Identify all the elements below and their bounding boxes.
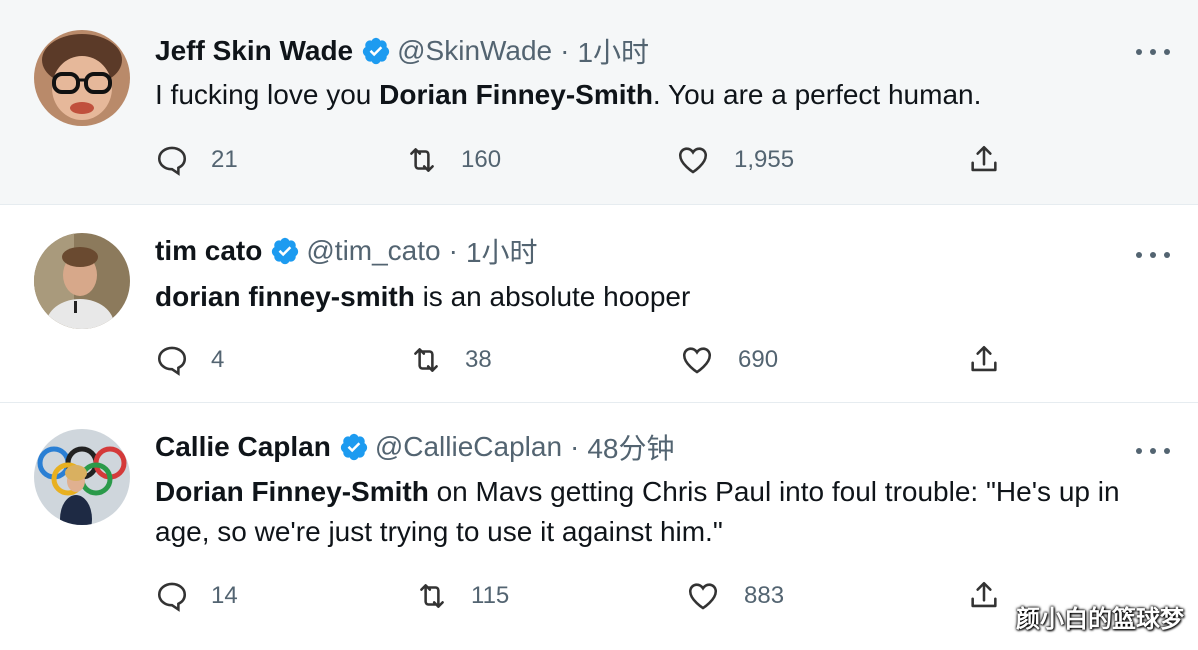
tweet-header: Callie Caplan @CallieCaplan · 48分钟 [155, 427, 675, 467]
tweet-header: Jeff Skin Wade @SkinWade · 1小时 [155, 31, 649, 71]
verified-badge-icon [361, 36, 391, 66]
retweet-icon [420, 584, 444, 608]
heart-icon [678, 147, 708, 174]
share-button[interactable] [967, 576, 1001, 616]
watermark: 颜小白的篮球梦 [1016, 606, 1184, 633]
author-handle[interactable]: @CallieCaplan [375, 431, 562, 463]
author-name[interactable]: Jeff Skin Wade [155, 35, 353, 67]
tweet-card[interactable]: Jeff Skin Wade @SkinWade · 1小时 I fucking… [0, 0, 1198, 205]
like-button[interactable]: 1,955 [676, 140, 794, 180]
tweet-header: tim cato @tim_cato · 1小时 [155, 231, 538, 271]
tweet-text-post: . You are a perfect human. [652, 79, 982, 110]
share-icon [971, 145, 997, 172]
retweet-button[interactable]: 115 [415, 576, 509, 616]
reply-count: 4 [211, 346, 225, 373]
tweet-actions: 21 160 1,955 [0, 140, 1198, 180]
like-count: 1,955 [734, 146, 795, 173]
like-count: 690 [738, 346, 779, 373]
like-button[interactable]: 883 [686, 576, 784, 616]
mention-link[interactable]: Dorian Finney-Smith [379, 79, 653, 110]
tweet-text: Dorian Finney-Smith on Mavs getting Chri… [155, 472, 1165, 552]
reply-count: 14 [211, 582, 238, 609]
reply-button[interactable]: 14 [155, 576, 238, 616]
author-name[interactable]: Callie Caplan [155, 431, 331, 463]
avatar[interactable] [34, 30, 130, 126]
retweet-count: 115 [471, 582, 510, 609]
share-button[interactable] [967, 340, 1001, 380]
tweet-time[interactable]: 1小时 [466, 231, 538, 271]
retweet-button[interactable]: 38 [409, 340, 492, 380]
avatar[interactable] [34, 429, 130, 525]
mention-link[interactable]: dorian finney-smith [155, 281, 415, 312]
tweet-card[interactable]: tim cato @tim_cato · 1小时 dorian finney-s… [0, 205, 1198, 403]
tweet-time[interactable]: 48分钟 [587, 427, 674, 467]
reply-icon [157, 146, 187, 176]
reply-count: 21 [211, 146, 238, 173]
author-handle[interactable]: @SkinWade [397, 35, 552, 67]
tweet-text-pre: I fucking love you [155, 79, 380, 110]
reply-button[interactable]: 21 [155, 140, 238, 180]
share-button[interactable] [967, 140, 1001, 180]
retweet-button[interactable]: 160 [405, 140, 501, 180]
verified-badge-icon [270, 236, 300, 266]
reply-icon [157, 582, 187, 612]
retweet-icon [414, 348, 438, 372]
author-handle[interactable]: @tim_cato [306, 235, 440, 267]
more-options-icon[interactable] [1136, 245, 1170, 265]
tweet-time[interactable]: 1小时 [577, 31, 649, 71]
mention-link[interactable]: Dorian Finney-Smith [155, 476, 429, 507]
retweet-count: 160 [461, 146, 502, 173]
tweet-actions: 4 38 690 [0, 340, 1198, 380]
retweet-icon [410, 148, 434, 172]
share-icon [971, 581, 997, 608]
reply-button[interactable]: 4 [155, 340, 224, 380]
heart-icon [682, 347, 712, 374]
separator: · [570, 431, 580, 462]
heart-icon [688, 583, 718, 610]
tweet-text-post: is an absolute hooper [414, 281, 691, 312]
more-options-icon[interactable] [1136, 441, 1170, 461]
separator: · [560, 35, 570, 66]
verified-badge-icon [339, 432, 369, 462]
tweet-text: I fucking love you Dorian Finney-Smith. … [155, 75, 1165, 115]
avatar[interactable] [34, 233, 130, 329]
like-count: 883 [744, 582, 785, 609]
share-icon [971, 345, 997, 372]
reply-icon [157, 346, 187, 376]
separator: · [448, 235, 458, 266]
like-button[interactable]: 690 [680, 340, 778, 380]
author-name[interactable]: tim cato [155, 235, 262, 267]
more-options-icon[interactable] [1136, 42, 1170, 62]
retweet-count: 38 [465, 346, 492, 373]
tweet-text: dorian finney-smith is an absolute hoope… [155, 277, 1165, 317]
